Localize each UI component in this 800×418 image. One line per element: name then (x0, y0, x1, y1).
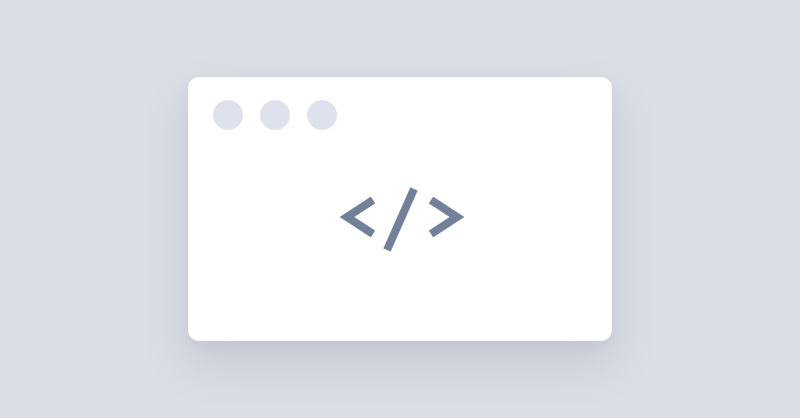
left-angle-bracket (340, 196, 376, 238)
window-dot-3 (307, 100, 337, 130)
code-brackets-icon (340, 183, 464, 255)
page-background: { "window": { "controls": [ {"name": "wi… (0, 0, 800, 418)
window-dot-1 (213, 100, 243, 130)
window-dot-2 (260, 100, 290, 130)
window-controls (213, 100, 337, 130)
right-angle-bracket (428, 196, 464, 238)
browser-window-illustration (188, 77, 612, 341)
slash (383, 187, 418, 252)
